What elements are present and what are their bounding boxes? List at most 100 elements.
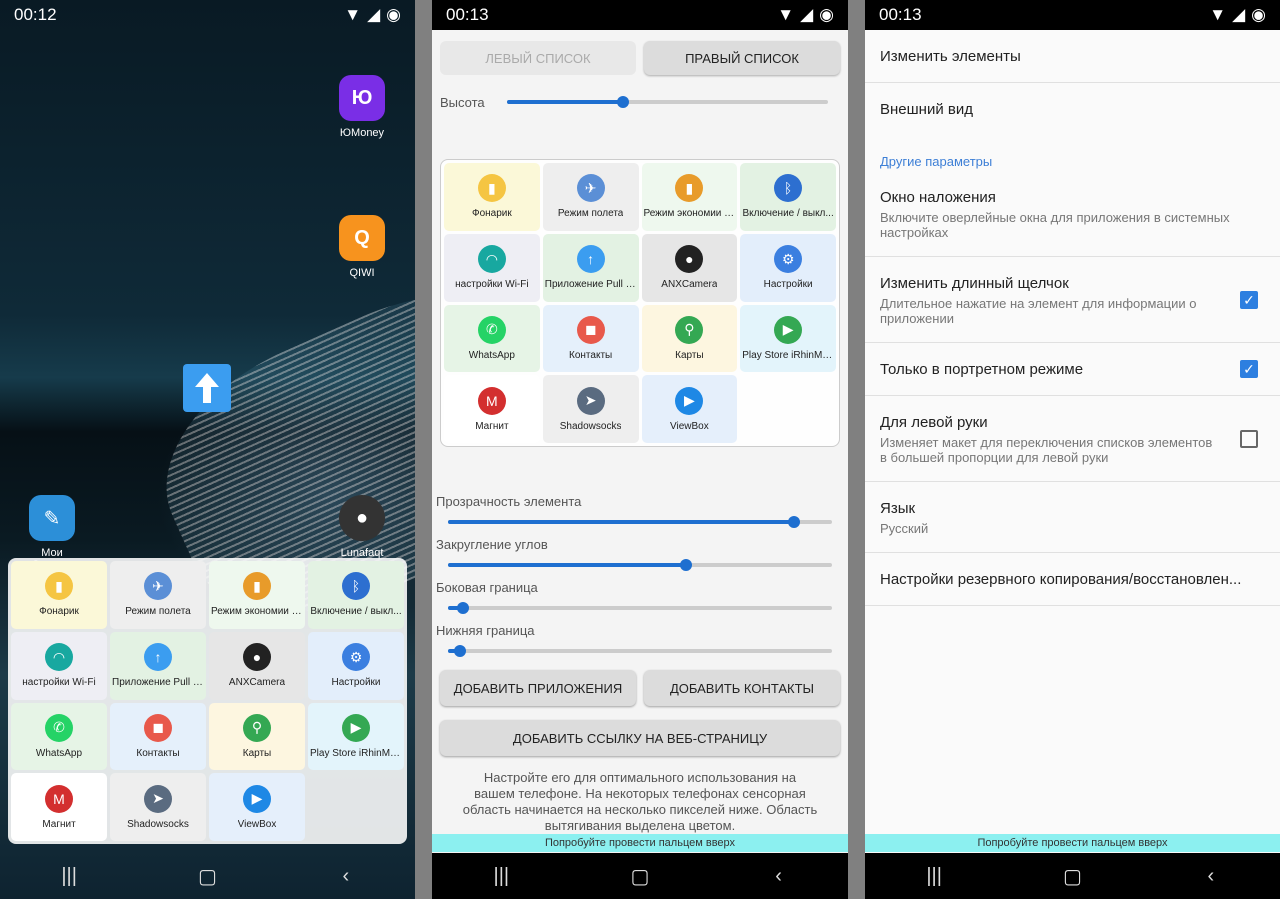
- slider-thumb[interactable]: [680, 559, 693, 571]
- bluetooth-icon: ᛒ: [774, 174, 803, 203]
- tile-label: Включение / выкл...: [742, 208, 834, 220]
- battery-icon: ▮: [675, 174, 704, 203]
- magnit-icon: M: [45, 784, 73, 813]
- swipe-area[interactable]: Попробуйте провести пальцем вверх: [432, 834, 848, 852]
- tile-label: Shadowsocks: [127, 818, 189, 830]
- panel-tile[interactable]: M Магнит: [11, 773, 107, 841]
- app-qiwi[interactable]: Q QIWI: [332, 215, 392, 279]
- tile-label: Фонарик: [39, 606, 79, 618]
- setting-portrait-only[interactable]: Только в портретном режиме ✓: [865, 343, 1280, 396]
- panel-tile[interactable]: ⚙ Настройки: [308, 631, 404, 700]
- panel-tile[interactable]: ⚲ Карты: [641, 304, 738, 373]
- status-time: 00:13: [446, 5, 489, 24]
- signal-icon: ◢: [1232, 5, 1246, 24]
- panel-tile[interactable]: ᛒ Включение / выкл...: [308, 561, 404, 629]
- panel-tile[interactable]: ▮ Режим экономии з...: [641, 163, 738, 231]
- appearance-slider[interactable]: [448, 559, 832, 571]
- appearance-slider[interactable]: [448, 516, 832, 528]
- slider-thumb[interactable]: [787, 516, 800, 528]
- battery-status-icon: ◉: [819, 5, 834, 24]
- panel-tile[interactable]: ▮ Фонарик: [444, 163, 540, 231]
- setting-left-hand[interactable]: Для левой руки Изменяет макет для перекл…: [865, 396, 1280, 482]
- panel-tile[interactable]: ✈ Режим полета: [542, 163, 639, 231]
- viewbox-icon: ▶: [243, 784, 271, 813]
- home-icon[interactable]: ▢: [620, 864, 660, 889]
- panel-tile[interactable]: ◼ Контакты: [542, 304, 639, 373]
- app-lunafaqt[interactable]: ● Lunafaqt: [332, 495, 392, 559]
- tile-label: Приложение Pull M...: [544, 279, 637, 291]
- panel-tile[interactable]: ᛒ Включение / выкл...: [740, 163, 836, 231]
- tile-label: Фонарик: [471, 208, 512, 220]
- setting-title: Изменить длинный щелчок: [880, 275, 1069, 292]
- tab-left-list[interactable]: ЛЕВЫЙ СПИСОК: [440, 41, 636, 75]
- setting-edit-items[interactable]: Изменить элементы: [865, 30, 1280, 83]
- panel-tile[interactable]: ↑ Приложение Pull M...: [542, 233, 639, 302]
- panel-tile[interactable]: ✆ WhatsApp: [11, 702, 107, 771]
- notes-icon: ✎: [29, 495, 75, 541]
- home-icon[interactable]: ▢: [1052, 864, 1092, 889]
- maps-icon: ⚲: [243, 713, 271, 742]
- recents-icon[interactable]: |||: [481, 865, 521, 888]
- pull-menu-float-button[interactable]: [183, 364, 231, 412]
- tile-label: настройки Wi-Fi: [455, 279, 529, 291]
- status-bar: 00:12 ▼ ◢ ◉: [0, 0, 415, 30]
- bluetooth-icon: ᛒ: [342, 572, 370, 601]
- recents-icon[interactable]: |||: [914, 865, 954, 888]
- panel-tile[interactable]: ➤ Shadowsocks: [110, 773, 206, 841]
- tile-label: WhatsApp: [35, 747, 83, 759]
- wifi-icon: ▼: [1209, 5, 1227, 24]
- tab-right-list[interactable]: ПРАВЫЙ СПИСОК: [644, 41, 840, 75]
- panel-tile[interactable]: ▶ Play Store iRhinMod®: [308, 702, 404, 771]
- slider-fill: [448, 520, 794, 524]
- panel-tile[interactable]: ⚙ Настройки: [740, 233, 836, 302]
- panel-tile[interactable]: ▮ Режим экономии з...: [209, 561, 305, 629]
- appearance-slider[interactable]: [448, 645, 832, 657]
- add-contacts-button[interactable]: ДОБАВИТЬ КОНТАКТЫ: [644, 670, 840, 706]
- panel-tile[interactable]: ◠ настройки Wi-Fi: [11, 631, 107, 700]
- recents-icon[interactable]: |||: [49, 865, 89, 888]
- setting-language[interactable]: Язык Русский: [865, 482, 1280, 553]
- appearance-slider[interactable]: [448, 602, 832, 614]
- back-icon[interactable]: ‹: [1191, 865, 1231, 888]
- setting-backup[interactable]: Настройки резервного копирования/восстан…: [865, 553, 1280, 606]
- status-icons: ▼ ◢ ◉: [344, 5, 401, 25]
- swipe-area[interactable]: Попробуйте провести пальцем вверх: [865, 834, 1280, 852]
- slider-thumb[interactable]: [453, 645, 466, 657]
- long-click-checkbox[interactable]: ✓: [1240, 291, 1258, 309]
- panel-tile[interactable]: ▶ Play Store iRhinMod...: [740, 304, 836, 373]
- slider-fill: [448, 563, 687, 567]
- back-icon[interactable]: ‹: [759, 865, 799, 888]
- panel-tile[interactable]: ● ANXCamera: [209, 631, 305, 700]
- slider-label: Нижняя граница: [436, 623, 535, 638]
- app-yumoney[interactable]: Ю ЮMoney: [332, 75, 392, 139]
- portrait-checkbox[interactable]: ✓: [1240, 360, 1258, 378]
- panel-tile[interactable]: ⚲ Карты: [209, 702, 305, 771]
- panel-tile[interactable]: M Магнит: [444, 375, 540, 443]
- tile-label: Приложение Pull M...: [112, 677, 204, 689]
- back-icon[interactable]: ‹: [326, 865, 366, 888]
- panel-tile[interactable]: ▮ Фонарик: [11, 561, 107, 629]
- add-weblink-button[interactable]: ДОБАВИТЬ ССЫЛКУ НА ВЕБ-СТРАНИЦУ: [440, 720, 840, 756]
- panel-tile[interactable]: ✈ Режим полета: [110, 561, 206, 629]
- slider-thumb[interactable]: [616, 96, 629, 108]
- slider-thumb[interactable]: [457, 602, 470, 614]
- panel-tile[interactable]: ▶ ViewBox: [641, 375, 738, 443]
- setting-long-click[interactable]: Изменить длинный щелчок Длительное нажат…: [865, 257, 1280, 343]
- panel-tile[interactable]: ▶ ViewBox: [209, 773, 305, 841]
- left-hand-checkbox[interactable]: [1240, 430, 1258, 448]
- quick-launch-panel-preview: ▮ Фонарик ✈ Режим полета ▮ Режим экономии з..…: [440, 159, 840, 447]
- panel-tile[interactable]: ✆ WhatsApp: [444, 304, 540, 373]
- setting-appearance[interactable]: Внешний вид: [865, 83, 1280, 136]
- setting-overlay[interactable]: Окно наложения Включите оверлейные окна …: [865, 180, 1280, 257]
- add-apps-button[interactable]: ДОБАВИТЬ ПРИЛОЖЕНИЯ: [440, 670, 636, 706]
- home-icon[interactable]: ▢: [187, 864, 227, 889]
- tile-label: Режим экономии з...: [643, 208, 736, 220]
- panel-tile[interactable]: ◠ настройки Wi-Fi: [444, 233, 540, 302]
- help-text: Настройте его для оптимального использов…: [462, 770, 818, 833]
- panel-tile[interactable]: ↑ Приложение Pull M...: [110, 631, 206, 700]
- panel-tile[interactable]: ◼ Контакты: [110, 702, 206, 771]
- panel-tile[interactable]: ➤ Shadowsocks: [542, 375, 639, 443]
- status-time: 00:13: [879, 5, 922, 24]
- height-slider[interactable]: [507, 96, 828, 108]
- panel-tile[interactable]: ● ANXCamera: [641, 233, 738, 302]
